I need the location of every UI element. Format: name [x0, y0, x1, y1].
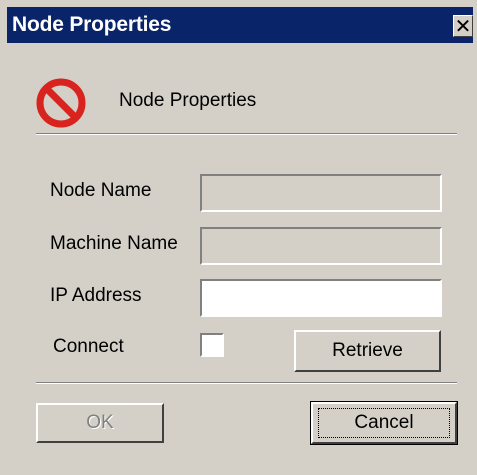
bottom-divider: [36, 382, 457, 384]
close-icon: ✕: [454, 14, 472, 38]
ip-address-label: IP Address: [50, 285, 142, 306]
ok-label: OK: [86, 412, 114, 433]
title-bar[interactable]: Node Properties ✕: [7, 7, 473, 43]
ok-button[interactable]: OK: [36, 403, 164, 443]
connect-label: Connect: [53, 336, 124, 357]
ip-address-field[interactable]: [200, 279, 442, 317]
focus-ring: [318, 408, 450, 438]
window-title: Node Properties: [12, 13, 172, 36]
cancel-button[interactable]: Cancel: [310, 401, 458, 445]
top-divider: [36, 133, 457, 135]
close-button[interactable]: ✕: [453, 15, 473, 37]
retrieve-label: Retrieve: [332, 340, 403, 361]
header-title: Node Properties: [119, 90, 257, 111]
retrieve-button[interactable]: Retrieve: [294, 330, 441, 372]
no-entry-icon: [36, 78, 86, 128]
machine-name-label: Machine Name: [50, 233, 178, 254]
node-name-field[interactable]: [200, 174, 442, 212]
node-properties-dialog: Node Properties ✕ Node Properties Node N…: [0, 0, 477, 475]
node-name-label: Node Name: [50, 180, 152, 201]
connect-checkbox[interactable]: [200, 333, 224, 357]
machine-name-field[interactable]: [200, 227, 442, 265]
